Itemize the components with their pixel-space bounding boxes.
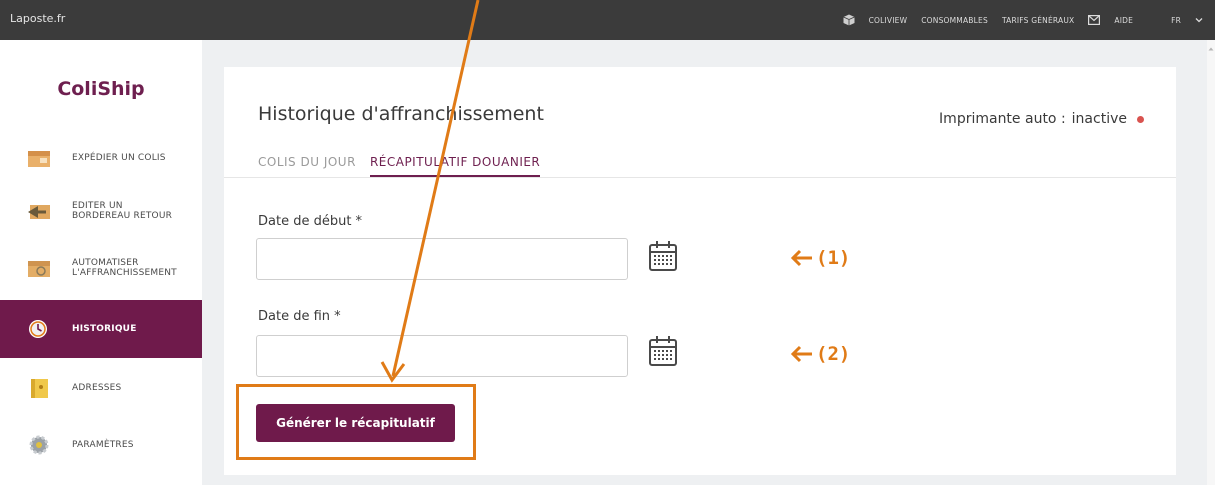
sidebar-item-expedier[interactable]: EXPÉDIER UN COLIS [0,133,202,183]
laposte-link[interactable]: Laposte.fr [10,12,65,25]
sidebar-item-bordereau-retour[interactable]: EDITER UN BORDEREAU RETOUR [0,186,202,236]
calendar-icon[interactable] [648,240,678,272]
top-nav: COLIVIEW CONSOMMABLES TARIFS GÉNÉRAUX AI… [842,0,1203,40]
top-bar: Laposte.fr COLIVIEW CONSOMMABLES TARIFS … [0,0,1215,40]
sidebar-item-label: EDITER UN BORDEREAU RETOUR [72,201,173,221]
nav-tarifs-generaux[interactable]: TARIFS GÉNÉRAUX [1002,16,1074,25]
return-parcel-icon [28,205,50,219]
sidebar-item-label: EXPÉDIER UN COLIS [72,153,166,163]
highlight-box [236,384,476,460]
calendar-icon[interactable] [648,335,678,367]
start-date-input[interactable] [256,238,628,280]
mail-icon[interactable] [1088,15,1101,25]
parcel-icon [28,151,50,167]
annotation-2: (2) [790,343,850,365]
left-arrow-icon [790,345,812,363]
sidebar-item-label: HISTORIQUE [72,324,137,334]
sidebar-item-label: PARAMÈTRES [72,440,134,450]
tab-colis-du-jour[interactable]: COLIS DU JOUR [258,155,356,177]
page-title: Historique d'affranchissement [258,103,544,125]
left-arrow-icon [790,249,812,267]
sidebar-item-adresses[interactable]: ADRESSES [0,363,202,413]
nav-consommables[interactable]: CONSOMMABLES [921,16,988,25]
sidebar-item-automatiser[interactable]: AUTOMATISER L'AFFRANCHISSEMENT [0,243,202,293]
start-date-label: Date de début * [258,214,363,229]
printer-status-value: inactive [1071,111,1127,127]
end-date-input[interactable] [256,335,628,377]
tab-recapitulatif-douanier[interactable]: RÉCAPITULATIF DOUANIER [369,155,541,177]
settings-gear-icon [29,435,49,455]
nav-coliview[interactable]: COLIVIEW [869,16,908,25]
sidebar-item-historique[interactable]: HISTORIQUE [0,300,202,358]
sidebar-item-label: ADRESSES [72,383,122,393]
scroll-up-icon[interactable] [1208,46,1214,52]
sidebar-item-label: AUTOMATISER L'AFFRANCHISSEMENT [72,258,177,278]
language-selector[interactable]: FR [1171,16,1181,25]
cube-icon[interactable] [842,14,855,26]
coliship-logo[interactable]: ColiShip [0,78,202,100]
printer-label: Imprimante auto : [939,111,1066,127]
annotation-1: (1) [790,247,850,269]
chevron-down-icon[interactable] [1195,16,1203,24]
end-date-label: Date de fin * [258,309,341,324]
address-book-icon [31,379,48,398]
annotation-label: (2) [816,343,851,365]
tab-bar: COLIS DU JOUR RÉCAPITULATIF DOUANIER [258,155,541,177]
clock-icon [29,320,47,338]
auto-parcel-icon [28,261,50,277]
sidebar-item-parametres[interactable]: PARAMÈTRES [0,420,202,470]
scrollbar[interactable] [1207,40,1215,485]
nav-aide[interactable]: AIDE [1114,16,1133,25]
printer-status: Imprimante auto : inactive [939,111,1144,127]
annotation-label: (1) [816,247,851,269]
sidebar: ColiShip EXPÉDIER UN COLIS EDITER UN BORD… [0,40,202,485]
divider [224,177,1176,178]
status-dot [1137,115,1144,123]
